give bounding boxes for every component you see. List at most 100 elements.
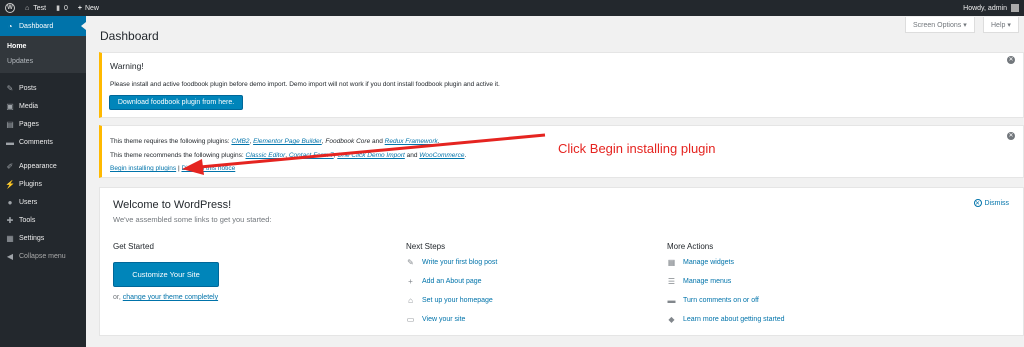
menu-comments-label: Comments (19, 138, 53, 146)
close-icon[interactable]: ✕ (1007, 132, 1015, 140)
required-plugins-line: This theme requires the following plugin… (110, 138, 440, 145)
next-steps-heading: Next Steps (406, 242, 446, 251)
add-about-page-label: Add an About page (422, 278, 482, 285)
wordpress-logo-icon: W (5, 3, 15, 13)
collapse-menu-label: Collapse menu (19, 252, 66, 260)
dashboard-submenu: Home Updates (0, 36, 86, 73)
learn-icon: ◆ (668, 315, 675, 324)
site-name: Test (33, 4, 47, 12)
manage-menus-link[interactable]: ☰ Manage menus (667, 277, 731, 286)
learn-more-link[interactable]: ◆ Learn more about getting started (667, 315, 785, 324)
menus-icon: ☰ (667, 277, 676, 286)
plus-icon: + (77, 4, 82, 12)
submenu-updates[interactable]: Updates (0, 54, 86, 69)
setup-homepage-link[interactable]: ⌂ Set up your homepage (406, 296, 493, 305)
write-blog-post-label: Write your first blog post (422, 259, 498, 266)
media-icon: ▣ (6, 101, 14, 111)
plugin-link-redux[interactable]: Redux Framework (385, 138, 438, 145)
users-icon: ● (7, 197, 13, 207)
add-about-page-link[interactable]: + Add an About page (406, 277, 482, 286)
menu-plugins[interactable]: ⚡ Plugins (0, 175, 86, 193)
dismiss-notice-link[interactable]: Dismiss this notice (181, 165, 235, 172)
comments-menu[interactable]: ▮ 0 (51, 0, 73, 16)
manage-menus-label: Manage menus (683, 278, 732, 285)
plugin-actions-line: Begin installing plugins | Dismiss this … (110, 165, 236, 172)
wp-logo-menu[interactable]: W (0, 0, 20, 16)
widgets-icon: ▦ (667, 258, 676, 267)
menu-pages[interactable]: ▤ Pages (0, 115, 86, 133)
menu-tools-label: Tools (19, 216, 36, 224)
menu-settings[interactable]: ▦ Settings (0, 229, 86, 247)
wrench-icon: ✚ (6, 215, 14, 225)
menu-dashboard[interactable]: ◔ Dashboard (0, 16, 86, 36)
collapse-menu-button[interactable]: ◀ Collapse menu (0, 247, 86, 265)
menu-appearance[interactable]: ✐ Appearance (0, 157, 86, 175)
manage-widgets-link[interactable]: ▦ Manage widgets (667, 258, 734, 267)
download-plugin-button[interactable]: Download foodbook plugin from here. (109, 95, 243, 110)
site-name-menu[interactable]: ⌂ Test (20, 0, 51, 16)
screen-options-button[interactable]: Screen Options ▾ (905, 17, 975, 33)
dashboard-icon: ◔ (7, 21, 13, 31)
welcome-title: Welcome to WordPress! (113, 199, 232, 211)
view-site-link[interactable]: ▭ View your site (406, 315, 466, 324)
howdy-label: Howdy, admin (963, 4, 1007, 12)
avatar (1011, 4, 1019, 12)
menu-comments[interactable]: ▬ Comments (0, 133, 86, 151)
welcome-subtitle: We've assembled some links to get you st… (113, 215, 272, 224)
close-icon: ✕ (973, 199, 982, 207)
get-started-heading: Get Started (113, 242, 154, 251)
pages-icon: ▤ (6, 119, 14, 129)
comment-toggle-icon: ▬ (667, 296, 676, 305)
toggle-comments-link[interactable]: ▬ Turn comments on or off (667, 296, 759, 305)
view-site-icon: ▭ (406, 315, 415, 324)
change-theme-line: or, change your theme completely (113, 294, 218, 301)
learn-more-label: Learn more about getting started (683, 316, 785, 323)
plugin-link-cmb2[interactable]: CMB2 (231, 138, 249, 145)
comment-bubble-icon: ▮ (56, 5, 60, 12)
plugin-name-foodbook-core: Foodbook Core (325, 138, 371, 145)
setup-homepage-label: Set up your homepage (422, 297, 493, 304)
annotation-label: Click Begin installing plugin (558, 141, 716, 156)
close-icon[interactable]: ✕ (1007, 56, 1015, 64)
plugin-link-elementor[interactable]: Elementor Page Builder (253, 138, 322, 145)
menu-users-label: Users (19, 198, 38, 206)
recommended-plugins-line: This theme recommends the following plug… (110, 152, 467, 159)
menu-media[interactable]: ▣ Media (0, 97, 86, 115)
begin-installing-plugins-link[interactable]: Begin installing plugins (110, 165, 176, 172)
welcome-dismiss[interactable]: ✕ Dismiss (973, 199, 1009, 207)
plugin-link-ocdi[interactable]: One Click Demo Import (337, 152, 405, 159)
warning-heading: Warning! (110, 61, 144, 71)
help-button[interactable]: Help ▾ (983, 17, 1019, 33)
edit-icon: ✎ (407, 258, 414, 267)
menu-appearance-label: Appearance (19, 162, 57, 170)
menu-posts-label: Posts (19, 84, 37, 92)
menu-users[interactable]: ● Users (0, 193, 86, 211)
settings-icon: ▦ (6, 233, 14, 243)
admin-sidebar: ◔ Dashboard Home Updates ✎ Posts ▣ Media… (0, 16, 86, 347)
my-account-menu[interactable]: Howdy, admin (958, 0, 1024, 16)
plus-icon: + (408, 277, 413, 286)
plugin-link-classic-editor[interactable]: Classic Editor (246, 152, 286, 159)
home-icon: ⌂ (25, 4, 30, 12)
change-theme-link[interactable]: change your theme completely (123, 294, 218, 301)
collapse-arrow-icon: ◀ (6, 251, 14, 261)
admin-bar: W ⌂ Test ▮ 0 + New Howdy, admin (0, 0, 1024, 16)
menu-posts[interactable]: ✎ Posts (0, 79, 86, 97)
more-actions-heading: More Actions (667, 242, 714, 251)
submenu-home[interactable]: Home (0, 39, 86, 54)
menu-media-label: Media (19, 102, 39, 110)
new-content-menu[interactable]: + New (73, 0, 104, 16)
plugin-link-woocommerce[interactable]: WooCommerce (419, 152, 464, 159)
menu-tools[interactable]: ✚ Tools (0, 211, 86, 229)
menu-settings-label: Settings (19, 234, 45, 242)
screen-options-label: Screen Options ▾ (913, 21, 967, 29)
brush-icon: ✐ (6, 161, 14, 171)
menu-pages-label: Pages (19, 120, 39, 128)
menu-dashboard-label: Dashboard (19, 22, 54, 30)
home-icon: ⌂ (408, 296, 413, 305)
page-title: Dashboard (100, 29, 159, 43)
plugin-link-contact-form[interactable]: Contact Form 7 (289, 152, 334, 159)
write-blog-post-link[interactable]: ✎ Write your first blog post (406, 258, 497, 267)
warning-message: Please install and active foodbook plugi… (110, 81, 500, 88)
customize-site-button[interactable]: Customize Your Site (113, 262, 219, 287)
